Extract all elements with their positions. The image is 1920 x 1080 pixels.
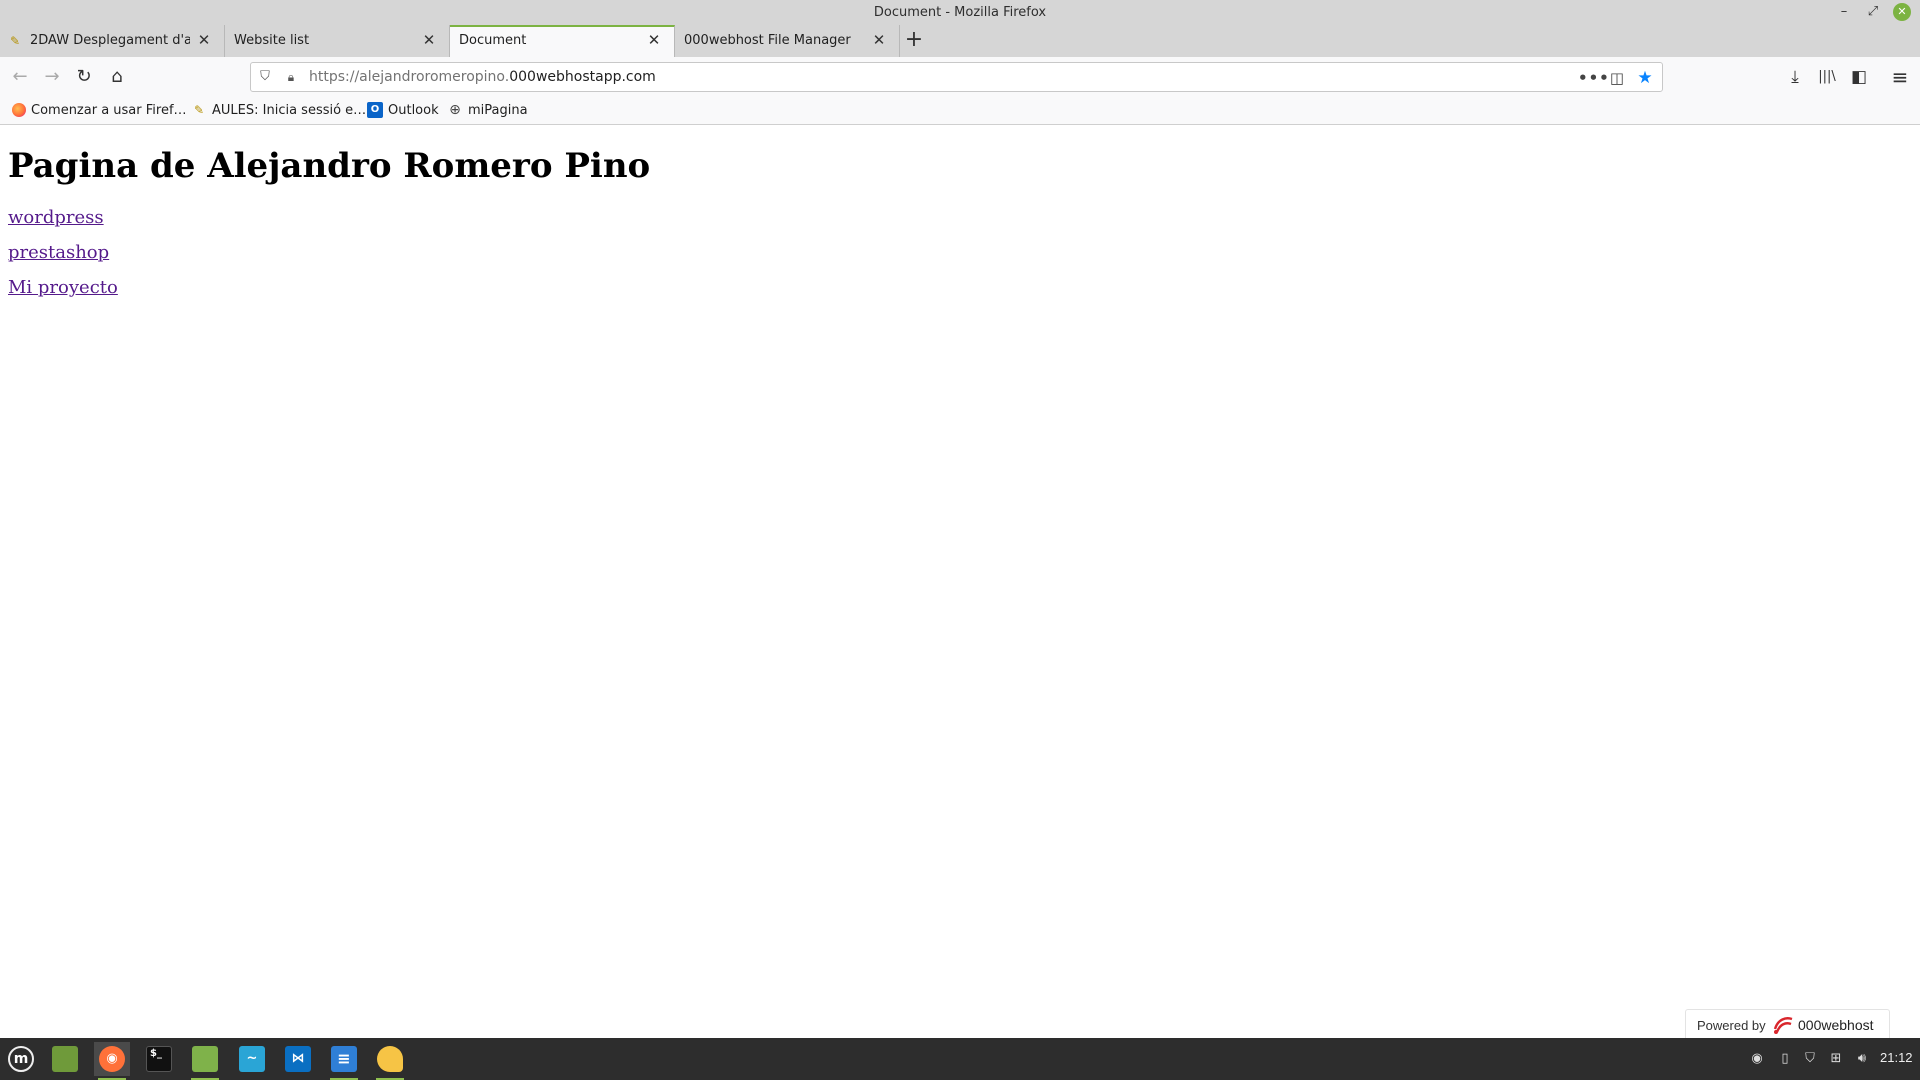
- back-button[interactable]: ←: [6, 63, 34, 91]
- link-mi-proyecto[interactable]: Mi proyecto: [8, 277, 118, 298]
- clipboard-tray-icon[interactable]: ▯: [1775, 1050, 1795, 1068]
- new-tab-button[interactable]: +: [900, 28, 928, 54]
- maximize-button[interactable]: ⤢: [1864, 3, 1882, 21]
- tracking-protection-icon[interactable]: ⛉: [257, 69, 273, 85]
- taskbar-firefox[interactable]: ◉: [94, 1042, 130, 1080]
- bookmarks-toolbar: Comenzar a usar Firef… ✎ AULES: Inicia se…: [0, 97, 1920, 125]
- tab-website-list[interactable]: Website list ✕: [225, 25, 450, 57]
- tab-label: 000webhost File Manager: [684, 33, 851, 48]
- powered-by-label: Powered by: [1697, 1018, 1766, 1033]
- url-domain: 000webhostapp.com: [509, 69, 656, 85]
- powered-by-badge[interactable]: Powered by 000webhost: [1685, 1009, 1890, 1039]
- url-bar[interactable]: ⛉ 🔒︎ https://alejandroromeropino.000webh…: [250, 62, 1663, 92]
- note-icon: ✎: [10, 34, 21, 48]
- taskbar-sticky-notes[interactable]: [372, 1042, 408, 1080]
- downloads-icon[interactable]: ⤓: [1781, 63, 1809, 91]
- page-content: Pagina de Alejandro Romero Pino wordpres…: [0, 126, 1920, 1038]
- network-tray-icon[interactable]: ⊞: [1826, 1050, 1846, 1068]
- tab-file-manager[interactable]: 000webhost File Manager ✕: [675, 25, 900, 57]
- bookmark-outlook[interactable]: O Outlook: [367, 102, 439, 120]
- tab-strip: ✎ 2DAW Desplegament d'apl ✕ Website list…: [0, 25, 1920, 57]
- eye-tray-icon[interactable]: ◉: [1747, 1050, 1767, 1068]
- link-wordpress[interactable]: wordpress: [8, 207, 104, 228]
- bookmark-star-icon[interactable]: ★: [1634, 67, 1656, 89]
- text-editor-icon: ≡: [331, 1046, 357, 1072]
- forward-button[interactable]: →: [38, 63, 66, 91]
- lock-icon[interactable]: 🔒︎: [283, 69, 299, 85]
- taskbar-files[interactable]: [187, 1042, 223, 1080]
- vscode-icon: ⋈: [285, 1046, 311, 1072]
- window-titlebar: Document - Mozilla Firefox – ⤢ ✕: [0, 0, 1920, 25]
- bookmark-mipagina[interactable]: ⊕ miPagina: [447, 102, 528, 120]
- bookmark-label: Comenzar a usar Firef…: [31, 103, 187, 118]
- window-title: Document - Mozilla Firefox: [873, 5, 1047, 20]
- page-heading: Pagina de Alejandro Romero Pino: [8, 146, 651, 186]
- close-icon[interactable]: ✕: [869, 30, 889, 50]
- reload-button[interactable]: ↻: [70, 63, 98, 91]
- terminal-icon: $_: [146, 1046, 172, 1072]
- sticky-notes-icon: [377, 1046, 403, 1072]
- url-text[interactable]: https://alejandroromeropino.000webhostap…: [309, 69, 656, 85]
- system-monitor-icon: ~: [239, 1046, 265, 1072]
- show-desktop-button[interactable]: [47, 1042, 83, 1076]
- tab-label: 2DAW Desplegament d'apl: [30, 33, 190, 48]
- hamburger-menu-icon[interactable]: ≡: [1886, 63, 1914, 91]
- bookmark-label: Outlook: [388, 103, 439, 118]
- tab-label: Website list: [234, 33, 310, 48]
- link-prestashop[interactable]: prestashop: [8, 242, 109, 263]
- tab-label: Document: [459, 33, 527, 48]
- bookmark-aules[interactable]: ✎ AULES: Inicia sessió e…: [191, 102, 366, 120]
- powered-by-brand: 000webhost: [1798, 1017, 1874, 1033]
- close-icon[interactable]: ✕: [194, 30, 214, 50]
- desktop-icon: [52, 1046, 78, 1072]
- taskbar: m ◉ $_ ~ ⋈ ≡ ◉ ▯ ⛉ ⊞ 🔊︎ 21:12: [0, 1038, 1920, 1080]
- globe-icon: ⊕: [449, 102, 461, 118]
- firefox-icon: [12, 103, 26, 117]
- 000webhost-logo-icon: [1773, 1017, 1793, 1034]
- taskbar-system-monitor[interactable]: ~: [234, 1042, 270, 1076]
- firefox-icon: ◉: [99, 1046, 125, 1072]
- note-icon: ✎: [193, 103, 205, 117]
- tab-2daw[interactable]: ✎ 2DAW Desplegament d'apl ✕: [0, 25, 225, 57]
- mint-logo-icon: m: [8, 1046, 34, 1072]
- page-actions-icon[interactable]: •••: [1578, 67, 1609, 89]
- shield-tray-icon[interactable]: ⛉: [1800, 1050, 1820, 1068]
- outlook-icon: O: [367, 102, 383, 118]
- pocket-icon[interactable]: ◫: [1606, 67, 1628, 89]
- taskbar-vscode[interactable]: ⋈: [280, 1042, 316, 1076]
- folder-icon: [192, 1046, 218, 1072]
- taskbar-text-editor[interactable]: ≡: [326, 1042, 362, 1080]
- navigation-toolbar: ← → ↻ ⌂ ⛉ 🔒︎ https://alejandroromeropino…: [0, 57, 1920, 97]
- volume-tray-icon[interactable]: 🔊︎: [1852, 1050, 1872, 1068]
- close-icon[interactable]: ✕: [419, 30, 439, 50]
- library-icon[interactable]: |||\: [1813, 63, 1841, 91]
- tab-document[interactable]: Document ✕: [450, 25, 675, 57]
- sidebar-icon[interactable]: ◧: [1845, 63, 1873, 91]
- taskbar-terminal[interactable]: $_: [141, 1042, 177, 1076]
- mint-menu-button[interactable]: m: [3, 1042, 39, 1076]
- close-window-button[interactable]: ✕: [1893, 3, 1911, 21]
- home-button[interactable]: ⌂: [103, 63, 131, 91]
- bookmark-label: AULES: Inicia sessió e…: [212, 103, 367, 118]
- clock[interactable]: 21:12: [1880, 1050, 1913, 1065]
- bookmark-comenzar[interactable]: Comenzar a usar Firef…: [12, 102, 187, 120]
- bookmark-label: miPagina: [468, 103, 528, 118]
- url-prefix: https://alejandroromeropino.: [309, 69, 510, 85]
- minimize-button[interactable]: –: [1835, 3, 1853, 21]
- close-icon[interactable]: ✕: [644, 30, 664, 50]
